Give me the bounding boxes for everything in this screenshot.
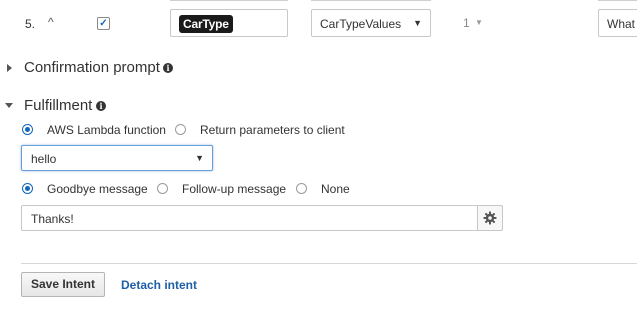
radio-label-aws-lambda[interactable]: AWS Lambda function — [47, 123, 166, 137]
radio-return-parameters[interactable] — [175, 124, 186, 135]
slot-version[interactable]: 1 — [463, 16, 470, 30]
goodbye-message-value: Thanks! — [31, 212, 74, 226]
collapse-caret-icon[interactable] — [5, 103, 13, 108]
message-settings-button[interactable] — [477, 205, 503, 231]
detach-intent-link[interactable]: Detach intent — [121, 278, 197, 292]
field-edge — [311, 0, 431, 1]
lambda-function-value: hello — [31, 152, 57, 166]
info-icon[interactable]: i — [163, 63, 173, 73]
chevron-down-icon: ▼ — [195, 153, 204, 163]
field-edge — [598, 0, 637, 1]
radio-label-goodbye-message[interactable]: Goodbye message — [47, 182, 148, 196]
fulfillment-title[interactable]: Fulfillment — [24, 97, 92, 114]
slot-row: 5. ^ ✓ CarType CarTypeValues ▼ 1 ▼ What … — [0, 0, 637, 46]
confirmation-prompt-title[interactable]: Confirmation prompt — [24, 59, 160, 76]
radio-label-none[interactable]: None — [321, 182, 350, 196]
radio-label-follow-up-message[interactable]: Follow-up message — [182, 182, 286, 196]
slot-type-select[interactable]: CarTypeValues ▼ — [311, 9, 431, 37]
slot-priority: 5. — [25, 17, 36, 31]
expand-caret-icon[interactable] — [7, 64, 12, 72]
section-divider — [21, 263, 637, 264]
move-up-icon[interactable]: ^ — [48, 15, 54, 29]
slot-prompt-field[interactable]: What t — [598, 9, 637, 37]
slot-name-field[interactable]: CarType — [170, 9, 288, 37]
slot-type-value: CarTypeValues — [320, 17, 402, 31]
radio-label-return-parameters[interactable]: Return parameters to client — [200, 123, 345, 137]
radio-aws-lambda[interactable] — [22, 124, 33, 135]
required-checkbox[interactable]: ✓ — [97, 17, 110, 30]
radio-follow-up-message[interactable] — [157, 183, 168, 194]
slot-name-token: CarType — [179, 15, 233, 33]
chevron-down-icon[interactable]: ▼ — [475, 18, 483, 27]
goodbye-message-input[interactable]: Thanks! — [21, 205, 478, 231]
chevron-down-icon: ▼ — [413, 18, 422, 28]
gear-icon — [483, 211, 497, 225]
info-icon[interactable]: i — [96, 101, 106, 111]
slot-prompt-value: What t — [607, 17, 637, 31]
radio-none[interactable] — [296, 183, 307, 194]
save-intent-button[interactable]: Save Intent — [21, 272, 105, 297]
radio-goodbye-message[interactable] — [22, 183, 33, 194]
field-edge — [170, 0, 288, 1]
lambda-function-select[interactable]: hello ▼ — [21, 145, 213, 171]
